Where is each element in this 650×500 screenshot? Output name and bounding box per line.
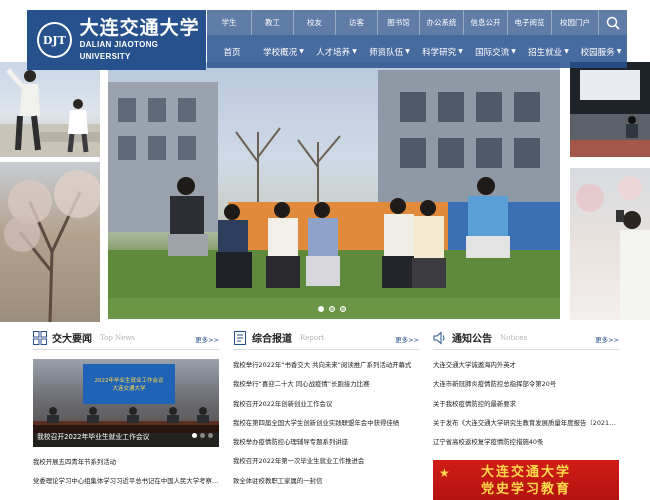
slider-dots bbox=[318, 306, 346, 312]
banner-line-1: 大连交通大学 bbox=[480, 465, 571, 480]
news-subtitle: Top News bbox=[100, 333, 135, 342]
caption-dots bbox=[192, 433, 213, 438]
nav-international-label: 国际交流 bbox=[475, 47, 510, 58]
side-photo-classroom bbox=[570, 62, 650, 157]
slider-dot[interactable] bbox=[329, 306, 335, 312]
seal-icon: DJT bbox=[37, 22, 72, 58]
list-item[interactable]: 我校在第四届全国大学生创新创业实践联盟年会中获得佳绩 bbox=[233, 414, 419, 433]
notice-section: 通知公告 Notices 更多>> 大连交通大学诚邀海内外英才 大连市新冠肺炎疫… bbox=[433, 326, 619, 452]
notice-subtitle: Notices bbox=[500, 333, 528, 342]
nav-research-label: 科学研究 bbox=[422, 47, 457, 58]
nav-education[interactable]: 人才培养 ▼ bbox=[310, 35, 363, 68]
star-icon: ★ bbox=[439, 466, 450, 480]
news-photo-caption[interactable]: 我校召开2022年毕业生就业工作会议 bbox=[33, 425, 219, 447]
chevron-down-icon: ▼ bbox=[299, 48, 304, 55]
list-item[interactable]: 党委理论学习中心组集体学习习近平总书记在中国人民大学考察时重要讲话精神 bbox=[33, 472, 219, 491]
util-link-student[interactable]: 学生 bbox=[207, 10, 252, 35]
slider-dot[interactable] bbox=[318, 306, 324, 312]
chevron-down-icon: ▼ bbox=[616, 48, 622, 55]
notice-more-link[interactable]: 更多>> bbox=[595, 334, 619, 344]
util-link-alumni[interactable]: 校友 bbox=[294, 10, 336, 35]
list-item[interactable]: 大连交通大学诚邀海内外英才 bbox=[433, 356, 619, 375]
chevron-down-icon: ▼ bbox=[352, 48, 357, 55]
news-more-link[interactable]: 更多>> bbox=[195, 334, 219, 344]
utility-bar: 学生 教工 校友 访客 图书馆 办公系统 信息公开 电子阅览 校园门户 bbox=[207, 10, 627, 35]
university-logo[interactable]: DJT 大连交通大学 DALIAN JIAOTONG UNIVERSITY bbox=[27, 10, 206, 70]
nav-faculty[interactable]: 师资队伍 ▼ bbox=[363, 35, 416, 68]
nav-research[interactable]: 科学研究 ▼ bbox=[416, 35, 469, 68]
chevron-down-icon: ▼ bbox=[564, 48, 569, 55]
list-item[interactable]: 我校召开2022年创新创业工作会议 bbox=[233, 395, 419, 414]
news-photo-screen: 2022年毕业生就业工作会议 大连交通大学 bbox=[83, 364, 175, 404]
report-subtitle: Report bbox=[300, 333, 325, 342]
util-link-staff[interactable]: 教工 bbox=[252, 10, 294, 35]
util-link-library[interactable]: 图书馆 bbox=[378, 10, 420, 35]
logo-text: 大连交通大学 DALIAN JIAOTONG UNIVERSITY bbox=[80, 17, 206, 63]
util-link-portal[interactable]: 校园门户 bbox=[552, 10, 599, 35]
list-item[interactable]: 我校举行2022年“书香交大 共向未来”阅读推广系列活动开幕式 bbox=[233, 356, 419, 375]
list-item[interactable]: 关于发布《大连交通大学研究生教育发展质量年度报告（2021年）》的通知 bbox=[433, 414, 619, 433]
search-icon bbox=[606, 16, 620, 30]
nav-about[interactable]: 学校概况 ▼ bbox=[257, 35, 310, 68]
slider-dot[interactable] bbox=[340, 306, 346, 312]
side-photo-student-jump bbox=[0, 62, 100, 157]
speaker-icon bbox=[433, 330, 445, 345]
report-title: 综合报道 bbox=[252, 334, 292, 345]
list-item[interactable]: 我校举行“喜迎二十大 同心战疫情”长跑接力比赛 bbox=[233, 375, 419, 394]
search-button[interactable] bbox=[599, 10, 627, 35]
grid-icon bbox=[33, 330, 47, 345]
util-link-info[interactable]: 信息公开 bbox=[464, 10, 508, 35]
side-photo-student-phone bbox=[570, 168, 650, 320]
nav-home-label: 首页 bbox=[223, 47, 241, 58]
news-section: 交大要闻 Top News 更多>> 2022年毕业生就业工作会议 大连交通大学… bbox=[33, 326, 219, 492]
nav-admission[interactable]: 招生就业 ▼ bbox=[522, 35, 575, 68]
util-link-visitor[interactable]: 访客 bbox=[336, 10, 378, 35]
nav-campus-service[interactable]: 校园服务 ▼ bbox=[575, 35, 627, 68]
list-item[interactable]: 关于我校疫情防控的最新要求 bbox=[433, 395, 619, 414]
list-item[interactable]: 我校举办疫情防控心理辅导专题系列讲座 bbox=[233, 433, 419, 452]
chevron-down-icon: ▼ bbox=[458, 48, 463, 55]
list-item[interactable]: 致全体驻校教职工家属的一封信 bbox=[233, 472, 419, 491]
list-item[interactable]: 我校召开2022年第一次毕业生就业工作推进会 bbox=[233, 452, 419, 471]
screen-line-1: 2022年毕业生就业工作会议 bbox=[94, 378, 164, 384]
screen-line-2: 大连交通大学 bbox=[112, 386, 146, 392]
news-title: 交大要闻 bbox=[52, 334, 92, 345]
nav-admission-label: 招生就业 bbox=[528, 47, 563, 58]
news-caption-text: 我校召开2022年毕业生就业工作会议 bbox=[37, 433, 150, 441]
report-section: 综合报道 Report 更多>> 我校举行2022年“书香交大 共向未来”阅读推… bbox=[233, 326, 419, 491]
util-link-ereading[interactable]: 电子阅览 bbox=[508, 10, 552, 35]
notice-header: 通知公告 Notices 更多>> bbox=[433, 326, 619, 350]
logo-name-en: DALIAN JIAOTONG UNIVERSITY bbox=[79, 40, 159, 61]
nav-home[interactable]: 首页 bbox=[207, 35, 257, 68]
util-link-office[interactable]: 办公系统 bbox=[420, 10, 464, 35]
report-header: 综合报道 Report 更多>> bbox=[233, 326, 419, 350]
logo-name-cn: 大连交通大学 bbox=[79, 17, 200, 39]
nav-campus-service-label: 校园服务 bbox=[580, 47, 615, 58]
list-item[interactable]: 我校开展五四青年节系列活动 bbox=[33, 453, 219, 472]
side-photo-blossom-tree bbox=[0, 162, 100, 322]
chevron-down-icon: ▼ bbox=[405, 48, 410, 55]
notice-title: 通知公告 bbox=[452, 334, 492, 345]
hero-slider-photo[interactable] bbox=[108, 62, 560, 319]
nav-international[interactable]: 国际交流 ▼ bbox=[469, 35, 522, 68]
news-header: 交大要闻 Top News 更多>> bbox=[33, 326, 219, 350]
party-history-banner[interactable]: ★ 大连交通大学 党史学习教育 bbox=[433, 460, 619, 500]
chevron-down-icon: ▼ bbox=[511, 48, 516, 55]
document-icon bbox=[234, 330, 246, 345]
banner-line-2: 党史学习教育 bbox=[480, 482, 571, 497]
nav-faculty-label: 师资队伍 bbox=[369, 47, 404, 58]
news-photo-slider[interactable]: 2022年毕业生就业工作会议 大连交通大学 我校召开2022年毕业生就业工作会议 bbox=[33, 359, 219, 447]
nav-education-label: 人才培养 bbox=[316, 47, 351, 58]
report-more-link[interactable]: 更多>> bbox=[395, 334, 419, 344]
news-list: 我校开展五四青年节系列活动 党委理论学习中心组集体学习习近平总书记在中国人民大学… bbox=[33, 453, 219, 492]
main-nav: 首页 学校概况 ▼ 人才培养 ▼ 师资队伍 ▼ 科学研究 ▼ 国际交流 ▼ 招生就业 ▼ 校… bbox=[207, 35, 627, 68]
list-item[interactable]: 辽宁省高校返校复学疫情防控措施40条 bbox=[433, 433, 619, 452]
list-item[interactable]: 大连市新冠肺炎疫情防控总指挥部令第20号 bbox=[433, 375, 619, 394]
notice-list: 大连交通大学诚邀海内外英才 大连市新冠肺炎疫情防控总指挥部令第20号 关于我校疫… bbox=[433, 356, 619, 452]
nav-about-label: 学校概况 bbox=[263, 47, 298, 58]
report-list: 我校举行2022年“书香交大 共向未来”阅读推广系列活动开幕式 我校举行“喜迎二… bbox=[233, 356, 419, 491]
